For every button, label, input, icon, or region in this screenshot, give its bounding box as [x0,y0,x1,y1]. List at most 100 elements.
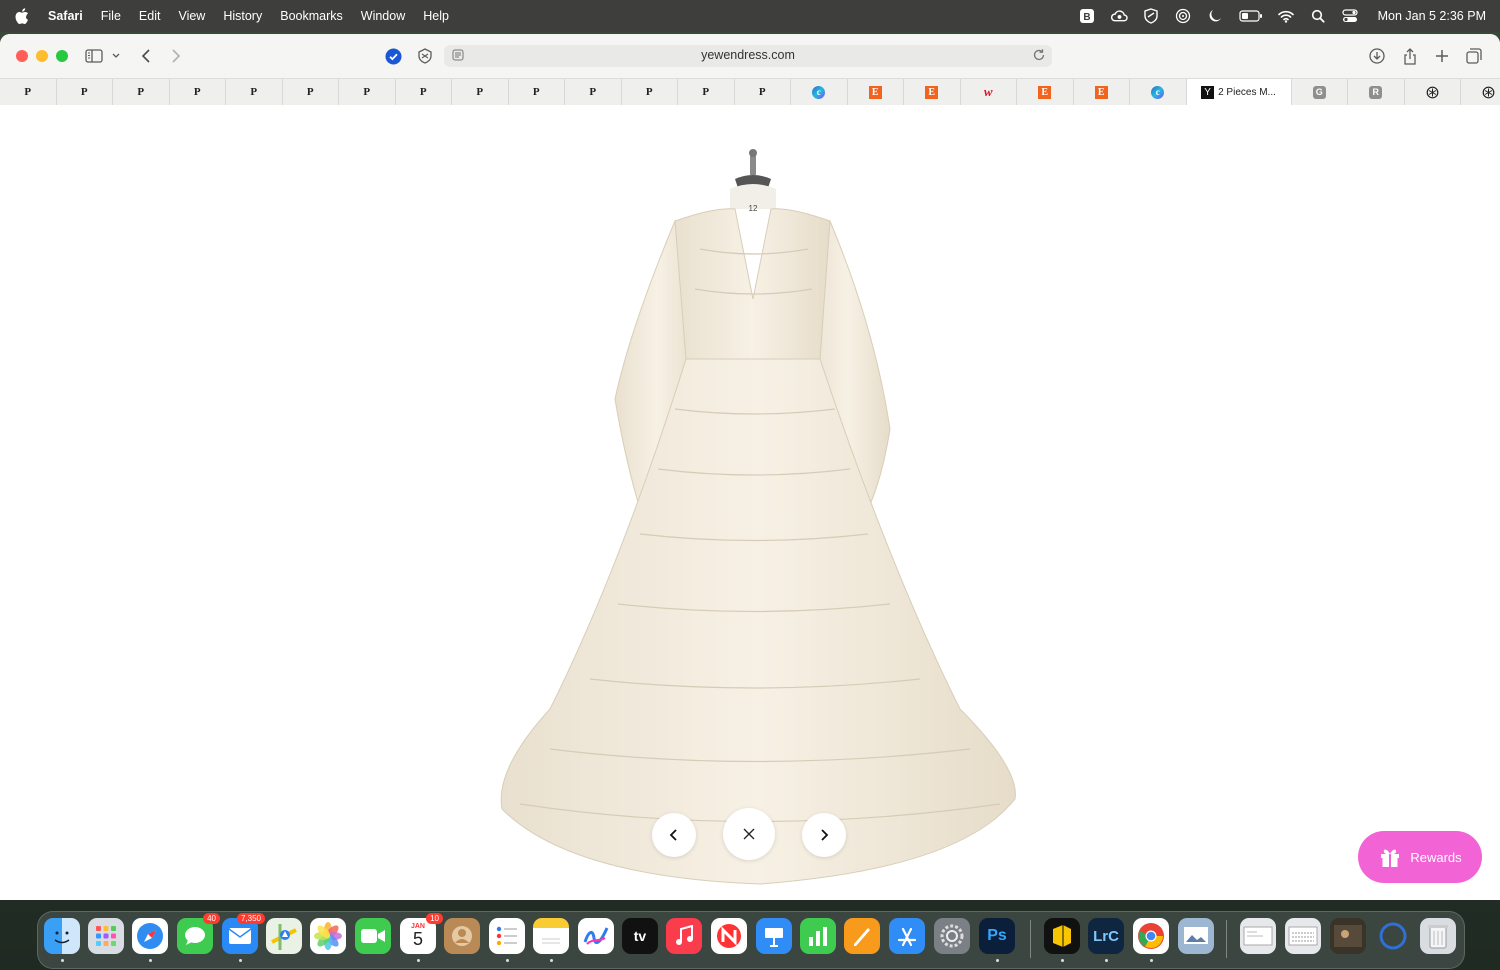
app-menu-safari[interactable]: Safari [48,9,83,23]
zoom-window-button[interactable] [56,50,68,62]
freeform-app-icon[interactable] [578,918,614,954]
news-app-icon[interactable] [711,918,747,954]
minimized-window-thumbnail[interactable] [1285,918,1321,954]
forward-button[interactable] [168,45,184,67]
minimized-window-thumbnail[interactable] [1240,918,1276,954]
apple-icon[interactable] [14,8,30,24]
next-image-button[interactable] [802,813,846,857]
share-button[interactable] [1401,45,1419,67]
menu-window[interactable]: Window [361,9,405,23]
mail-app-icon[interactable]: 7,350 [222,913,265,962]
pinned-tab-label: P [419,86,427,98]
pinned-tab-p[interactable]: P [226,79,283,105]
pinned-tab-etsy[interactable]: E [848,79,904,105]
active-tab[interactable]: Y 2 Pieces M... [1186,79,1292,105]
map-icon [271,924,297,950]
pinned-tab-p[interactable]: P [509,79,565,105]
battery-icon[interactable] [1238,8,1263,25]
previous-image-button[interactable] [652,813,696,857]
photoshop-app-icon[interactable]: Ps [979,918,1015,962]
safari-app-icon[interactable] [132,918,168,962]
menu-bookmarks[interactable]: Bookmarks [280,9,343,23]
extension-checkmark-button[interactable] [384,45,402,67]
tab-group-dropdown[interactable] [110,45,122,67]
reminders-app-icon[interactable] [489,918,525,962]
address-bar[interactable]: yewendress.com [444,45,1052,67]
spotlight-search-icon[interactable] [1310,8,1327,25]
menu-history[interactable]: History [223,9,262,23]
pinned-tab-p[interactable]: P [678,79,735,105]
pinned-tab-p[interactable]: P [0,79,57,105]
menubar-clock[interactable]: Mon Jan 5 2:36 PM [1378,9,1486,23]
running-indicator [996,959,999,962]
vpn-shield-icon[interactable] [1143,8,1160,25]
pinned-tab-p[interactable]: P [339,79,396,105]
facetime-app-icon[interactable] [355,918,391,954]
focus-moon-icon[interactable] [1207,8,1224,25]
pinned-tab-chatgpt[interactable] [1461,79,1500,105]
pinned-tab-r[interactable]: R [1348,79,1405,105]
pinned-tab-chatgpt[interactable] [1405,79,1461,105]
notes-app-icon[interactable] [533,918,569,962]
menu-file[interactable]: File [101,9,121,23]
new-tab-button[interactable] [1433,45,1451,67]
photos-app-icon[interactable] [310,918,346,954]
close-window-button[interactable] [16,50,28,62]
pinned-tab-p[interactable]: P [622,79,678,105]
music-app-icon[interactable] [666,918,702,954]
menu-help[interactable]: Help [423,9,449,23]
pinned-tab-etsy[interactable]: E [1074,79,1130,105]
maps-app-icon[interactable] [266,918,302,954]
keynote-app-icon[interactable] [756,918,792,954]
lightroom-classic-app-icon[interactable]: LrC [1088,918,1124,962]
address-url[interactable]: yewendress.com [444,48,1052,62]
launchpad-icon[interactable] [88,918,124,954]
cloud-sync-icon[interactable] [1110,8,1128,25]
control-center-icon[interactable] [1342,8,1359,25]
pinned-tab-p[interactable]: P [283,79,339,105]
sidebar-toggle-button[interactable] [84,45,104,67]
menu-view[interactable]: View [178,9,205,23]
downloads-button[interactable] [1368,45,1386,67]
apple-tv-app-icon[interactable]: tv [622,918,658,954]
minimized-loading-window[interactable] [1375,918,1411,954]
pinned-tab-p[interactable]: P [565,79,622,105]
extension-privacy-button[interactable] [416,45,434,67]
pinned-tab-walgreens[interactable]: w [961,79,1017,105]
back-button[interactable] [138,45,154,67]
reload-icon[interactable] [1032,48,1046,62]
chrome-app-icon[interactable] [1133,918,1169,962]
contacts-app-icon[interactable] [444,918,480,954]
finder-icon[interactable] [44,918,80,962]
pinned-tab-p[interactable]: P [170,79,226,105]
calendar-app-icon[interactable]: JAN 5 10 [400,913,443,962]
trash-icon[interactable] [1420,918,1456,954]
pinned-tab-canva[interactable]: c [1130,79,1187,105]
pinned-tab-p[interactable]: P [735,79,791,105]
preview-app-icon[interactable] [1178,918,1214,954]
music-note-icon [676,925,693,945]
minimized-photoshop-document[interactable] [1330,918,1366,954]
pinned-tab-canva[interactable]: c [791,79,848,105]
menu-edit[interactable]: Edit [139,9,161,23]
pinned-tab-etsy[interactable]: E [904,79,961,105]
sketch-style-app-icon[interactable] [1044,918,1080,962]
pinned-tab-etsy[interactable]: E [1017,79,1074,105]
airdrop-icon[interactable] [1175,8,1192,25]
minimize-window-button[interactable] [36,50,48,62]
pinned-tab-g[interactable]: G [1292,79,1348,105]
pinned-tab-p[interactable]: P [452,79,509,105]
system-settings-icon[interactable] [934,918,970,954]
pages-app-icon[interactable] [844,918,880,954]
pinned-tab-p[interactable]: P [57,79,113,105]
status-b-icon[interactable]: B [1079,8,1096,25]
pinned-tab-p[interactable]: P [396,79,452,105]
wifi-icon[interactable] [1278,8,1295,25]
messages-app-icon[interactable]: 40 [177,913,220,954]
numbers-app-icon[interactable] [800,918,836,954]
rewards-button[interactable]: Rewards [1358,831,1482,883]
pinned-tab-p[interactable]: P [113,79,170,105]
app-store-icon[interactable] [889,918,925,954]
tab-overview-button[interactable] [1465,45,1483,67]
close-lightbox-button[interactable] [723,808,775,860]
